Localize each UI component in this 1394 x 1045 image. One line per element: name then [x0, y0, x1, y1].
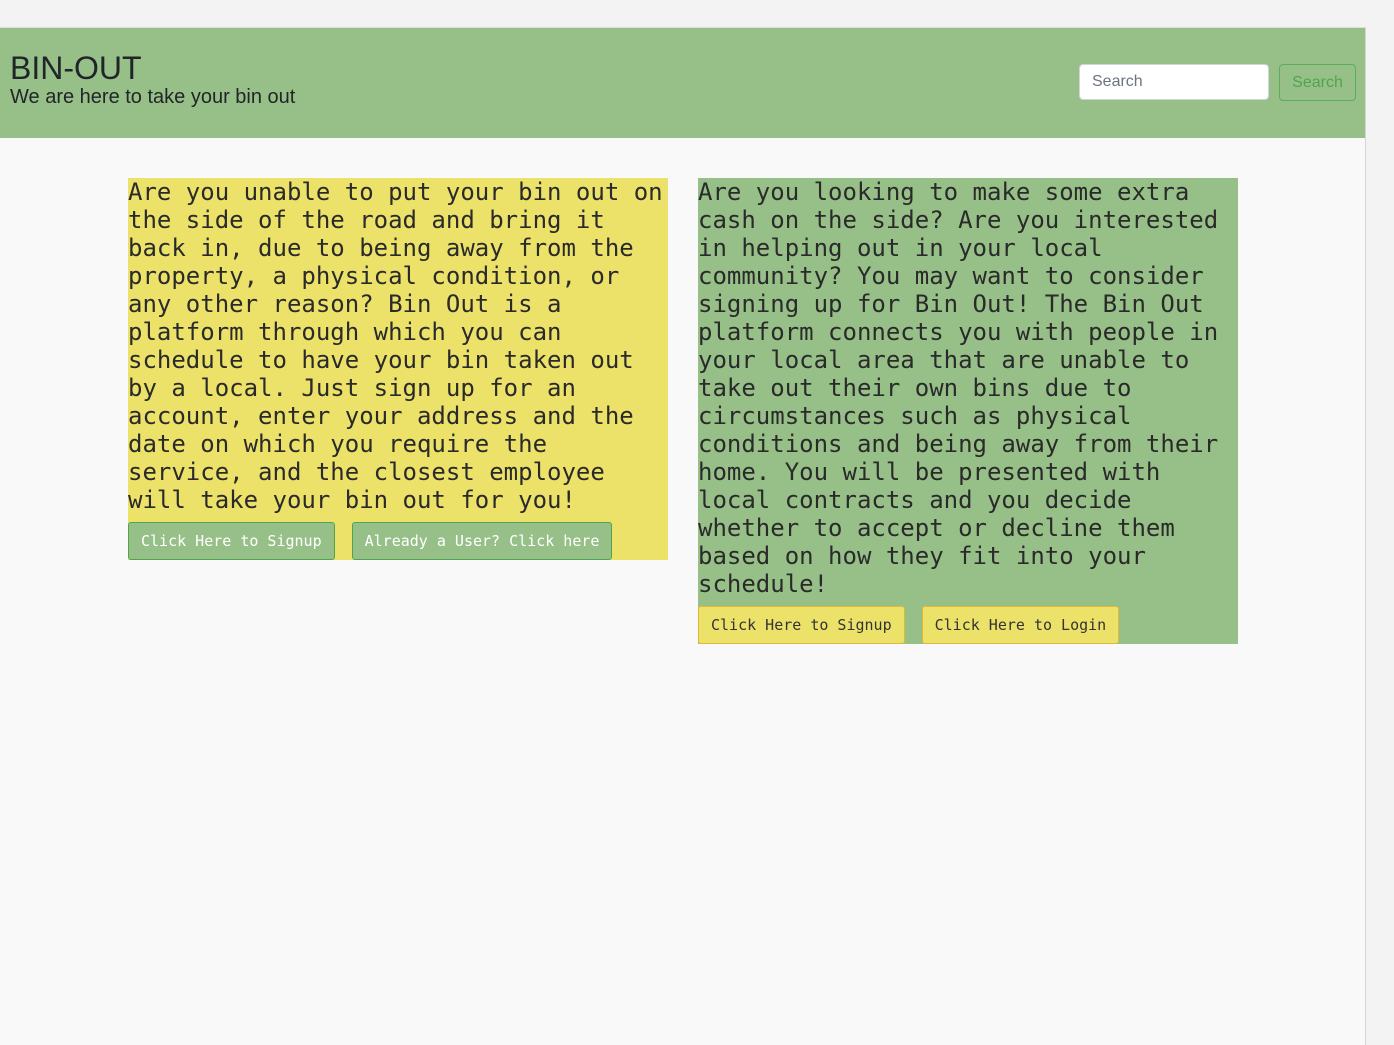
- page: BIN-OUT We are here to take your bin out…: [0, 27, 1366, 1045]
- worker-login-button[interactable]: Click Here to Login: [921, 606, 1120, 644]
- customer-description: Are you unable to put your bin out on th…: [128, 178, 663, 514]
- customer-card: Are you unable to put your bin out on th…: [128, 178, 668, 560]
- worker-card: Are you looking to make some extra cash …: [698, 178, 1238, 644]
- navbar: BIN-OUT We are here to take your bin out…: [0, 28, 1365, 138]
- customer-signup-button[interactable]: Click Here to Signup: [128, 522, 335, 560]
- customer-login-button[interactable]: Already a User? Click here: [351, 522, 613, 560]
- brand-title[interactable]: BIN-OUT: [10, 50, 142, 87]
- search-button[interactable]: Search: [1279, 64, 1356, 101]
- worker-description: Are you looking to make some extra cash …: [698, 178, 1219, 598]
- search-input[interactable]: [1079, 64, 1269, 100]
- worker-signup-button[interactable]: Click Here to Signup: [698, 606, 905, 644]
- tagline: We are here to take your bin out: [10, 86, 296, 108]
